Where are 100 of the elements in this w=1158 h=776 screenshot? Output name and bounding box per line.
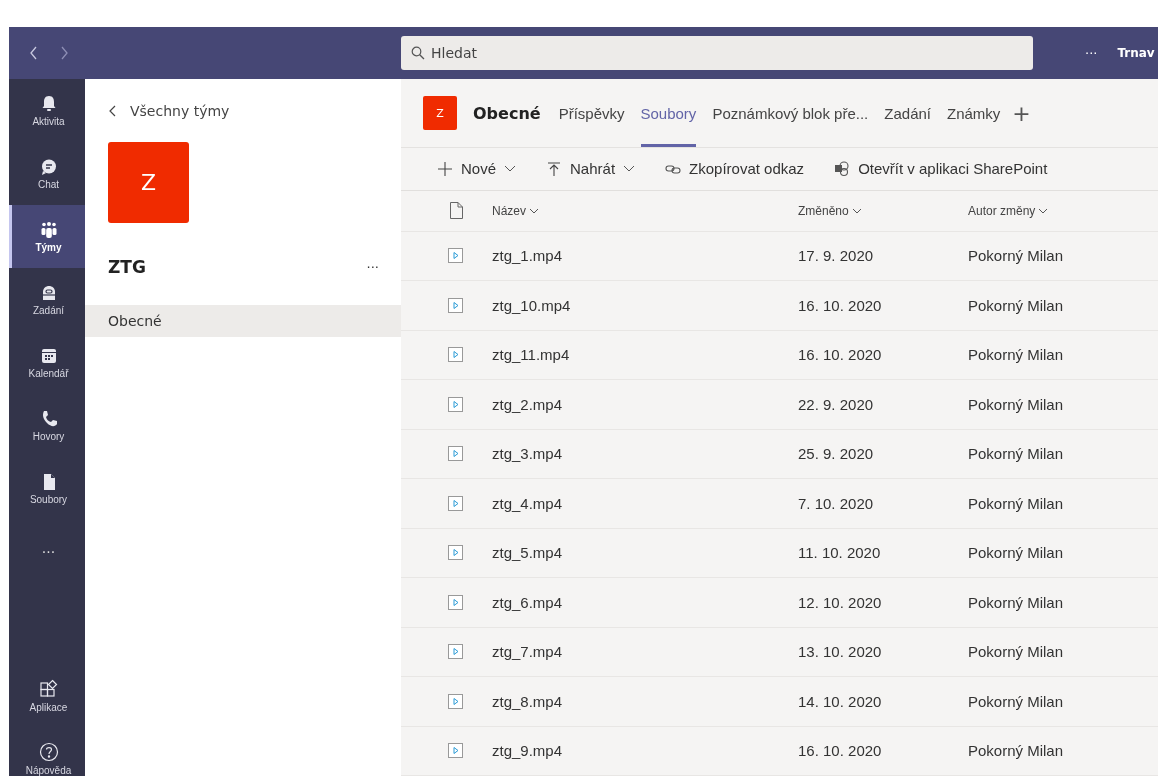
channel-avatar: Z [423, 96, 457, 130]
file-name: ztg_7.mp4 [492, 643, 564, 661]
tab[interactable]: Zadání [884, 79, 931, 147]
file-row[interactable]: ztg_3.mp4 25. 9. 2020 Pokorný Milan [401, 429, 1158, 480]
video-file-icon [448, 644, 463, 660]
video-file-icon [448, 545, 463, 561]
file-row[interactable]: ztg_5.mp4 11. 10. 2020 Pokorný Milan [401, 528, 1158, 579]
app-bar-label: Chat [37, 178, 60, 190]
file-row[interactable]: ztg_8.mp4 14. 10. 2020 Pokorný Milan [401, 677, 1158, 727]
app-bar-label: Soubory [29, 493, 68, 505]
file-name: ztg_9.mp4 [492, 742, 564, 760]
app-bar-label: Kalendář [28, 367, 69, 379]
add-tab-button[interactable]: + [1012, 100, 1031, 126]
channel-item[interactable]: Obecné [85, 305, 401, 337]
video-file-icon [448, 594, 463, 610]
file-name: ztg_4.mp4 [492, 494, 564, 512]
app-bar-item[interactable]: Kalendář [9, 331, 85, 394]
video-file-icon [448, 297, 463, 313]
file-name: ztg_10.mp4 [492, 296, 572, 314]
modified-date: 12. 10. 2020 [798, 593, 883, 611]
app-bar-item[interactable]: Aplikace [9, 664, 85, 727]
toolbar-button[interactable]: Zkopírovat odkaz [665, 160, 805, 178]
chat-bubble-icon [39, 157, 58, 176]
column-header[interactable]: Změněno [798, 203, 968, 218]
more-options-icon[interactable]: ··· [366, 259, 379, 275]
calendar-icon [39, 346, 58, 365]
file-row[interactable]: ztg_11.mp4 16. 10. 2020 Pokorný Milan [401, 330, 1158, 381]
video-file-icon [448, 495, 463, 511]
modified-date: 16. 10. 2020 [798, 742, 883, 760]
author-name: Pokorný Milan [968, 395, 1065, 413]
author-name: Pokorný Milan [968, 346, 1065, 364]
file-row[interactable]: ztg_4.mp4 7. 10. 2020 Pokorný Milan [401, 479, 1158, 529]
file-name: ztg_1.mp4 [492, 247, 564, 265]
app-bar-label: Týmy [35, 241, 62, 253]
chevron-down-icon [623, 165, 636, 173]
file-row[interactable]: ztg_1.mp4 17. 9. 2020 Pokorný Milan [401, 231, 1158, 282]
help-icon [38, 741, 59, 762]
tab[interactable]: Příspěvky [558, 79, 625, 147]
app-bar-label: Aktivita [32, 115, 65, 127]
all-teams-link[interactable]: Všechny týmy [85, 79, 401, 119]
app-bar-item[interactable]: Chat [9, 142, 85, 205]
more-options-icon[interactable]: ··· [1085, 45, 1098, 61]
apps-icon [38, 678, 59, 699]
modified-date: 13. 10. 2020 [798, 643, 883, 661]
video-file-icon [448, 248, 463, 264]
app-bar-item[interactable]: Aktivita [9, 79, 85, 142]
chevron-down-icon [1038, 207, 1049, 214]
app-bar-label: Hovory [32, 430, 65, 442]
file-type-icon [450, 202, 463, 220]
author-name: Pokorný Milan [968, 494, 1065, 512]
search-field[interactable]: Hledat [401, 36, 1033, 70]
app-bar-item[interactable]: ··· [9, 520, 85, 583]
app-bar-item[interactable]: Soubory [9, 457, 85, 520]
file-name: ztg_3.mp4 [492, 445, 564, 463]
file-row[interactable]: ztg_10.mp4 16. 10. 2020 Pokorný Milan [401, 281, 1158, 331]
file-row[interactable]: ztg_2.mp4 22. 9. 2020 Pokorný Milan [401, 380, 1158, 430]
modified-date: 11. 10. 2020 [798, 544, 882, 562]
upload-icon [546, 160, 563, 177]
chevron-down-icon [504, 165, 517, 173]
chevron-left-icon [109, 105, 116, 117]
author-name: Pokorný Milan [968, 742, 1065, 760]
team-avatar: Z [108, 142, 189, 223]
author-name: Pokorný Milan [968, 247, 1065, 265]
file-name: ztg_5.mp4 [492, 544, 564, 562]
channel-name: Obecné [473, 103, 541, 123]
file-row[interactable]: ztg_7.mp4 13. 10. 2020 Pokorný Milan [401, 627, 1158, 677]
tab[interactable]: Poznámkový blok pře... [712, 79, 869, 147]
video-file-icon [448, 446, 463, 462]
chevron-down-icon [851, 207, 862, 214]
tab[interactable]: Známky [947, 79, 1001, 147]
sharepoint-icon [834, 160, 851, 177]
modified-date: 16. 10. 2020 [798, 296, 883, 314]
author-name: Pokorný Milan [968, 296, 1065, 314]
toolbar-button[interactable]: Otevřít v aplikaci SharePoint [834, 160, 1048, 178]
modified-date: 16. 10. 2020 [798, 346, 883, 364]
author-name: Pokorný Milan [968, 692, 1065, 710]
app-bar-item[interactable]: Zadání [9, 268, 85, 331]
toolbar-button[interactable]: Nové [437, 160, 517, 178]
chevron-down-icon [529, 207, 539, 214]
file-row[interactable]: ztg_9.mp4 16. 10. 2020 Pokorný Milan [401, 726, 1158, 776]
column-header[interactable]: Název [492, 203, 798, 218]
video-file-icon [448, 693, 463, 709]
app-bar-item[interactable]: Týmy [9, 205, 85, 268]
modified-date: 22. 9. 2020 [798, 395, 875, 413]
app-bar-label: Zadání [32, 304, 65, 316]
team-name: ZTG [108, 257, 146, 277]
file-name: ztg_6.mp4 [492, 593, 564, 611]
tab[interactable]: Soubory [640, 79, 697, 147]
video-file-icon [448, 347, 463, 363]
file-name: ztg_2.mp4 [492, 395, 564, 413]
app-bar-label: Aplikace [29, 701, 68, 713]
video-file-icon [448, 396, 463, 412]
toolbar-button[interactable]: Nahrát [546, 160, 636, 178]
plus-icon [437, 160, 453, 177]
organization-name[interactable]: Trnav [1117, 46, 1155, 60]
column-header[interactable]: Autor změny [968, 203, 1158, 218]
file-row[interactable]: ztg_6.mp4 12. 10. 2020 Pokorný Milan [401, 578, 1158, 628]
file-name: ztg_11.mp4 [492, 346, 571, 364]
app-bar-item[interactable]: Hovory [9, 394, 85, 457]
app-bar-item[interactable]: Nápověda [9, 727, 85, 776]
